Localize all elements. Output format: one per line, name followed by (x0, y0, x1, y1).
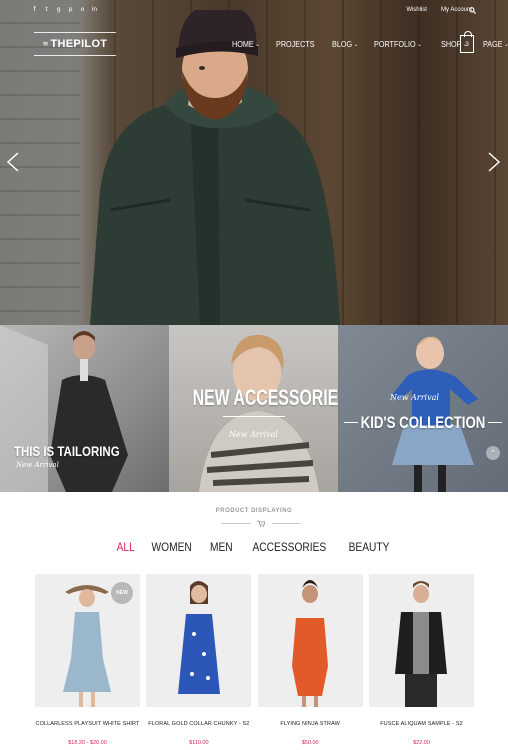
chevron-down-icon: ⌄ (353, 41, 358, 48)
product-card[interactable]: NEW COLLARLESS PLAYSUIT WHITE SHIRT $18.… (35, 574, 140, 746)
filter-men[interactable]: MEN (210, 540, 233, 554)
pinterest-icon[interactable]: p (67, 6, 74, 13)
account-links: Wishlist My Account (406, 7, 472, 13)
nav-item-portfolio[interactable]: PORTFOLIO ⌄ (374, 39, 422, 49)
product-name[interactable]: FUSCE ALIQUAM SAMPLE - S2 (369, 721, 474, 727)
product-name[interactable]: COLLARLESS PLAYSUIT WHITE SHIRT (35, 721, 140, 727)
nav-item-blog[interactable]: BLOG ⌄ (332, 39, 358, 49)
product-image[interactable] (368, 574, 474, 707)
nav-label: SHOP (440, 39, 462, 49)
nav-label: HOME (232, 39, 254, 49)
product-grid: NEW COLLARLESS PLAYSUIT WHITE SHIRT $18.… (35, 574, 474, 746)
filter-all[interactable]: ALL (117, 540, 135, 554)
product-image[interactable] (257, 574, 363, 707)
nav-label: PAGE (482, 39, 503, 49)
banner-subtitle: New Arrival (16, 461, 59, 469)
hero-slider: f t g p o in Wishlist My Account ≋ THEPI… (0, 0, 508, 325)
filter-beauty[interactable]: BEAUTY (349, 540, 390, 554)
scroll-to-top-icon[interactable]: ⌃ (486, 446, 500, 460)
product-name[interactable]: FLORAL GOLD COLLAR CHUNKY - S2 (146, 721, 251, 727)
banner-kids-image (392, 336, 478, 492)
chevron-down-icon: ⌄ (503, 41, 508, 48)
filter-accessories[interactable]: ACCESSORIES (253, 540, 327, 554)
nav-label: BLOG (331, 39, 352, 49)
divider-line (272, 523, 300, 524)
product-card[interactable]: FUSCE ALIQUAM SAMPLE - S2 $22.00 (368, 574, 474, 746)
my-account-link[interactable]: My Account (441, 7, 472, 13)
nav-item-home[interactable]: HOME ⌄ (232, 39, 260, 49)
product-photo (291, 580, 328, 707)
hero-model-image (90, 10, 340, 325)
banner-line-right (488, 422, 502, 423)
product-photo (394, 581, 447, 707)
cart-icon[interactable]: 3 (460, 31, 474, 53)
nav-label: PROJECTS (275, 39, 315, 49)
nav-item-page[interactable]: PAGE ⌄ (483, 39, 508, 49)
product-filters: ALL WOMEN MEN ACCESSORIES BEAUTY (0, 540, 508, 554)
cart-count: 3 (465, 40, 469, 48)
top-bar: f t g p o in Wishlist My Account (0, 0, 508, 22)
nav-item-projects[interactable]: PROJECTS (276, 39, 315, 49)
filter-women[interactable]: WOMEN (152, 540, 192, 554)
banner-title: THIS IS TAILORING (14, 443, 120, 459)
slider-next-arrow-icon[interactable] (486, 151, 502, 173)
product-card[interactable]: FLORAL GOLD COLLAR CHUNKY - S2 $110.00 (146, 574, 252, 746)
twitter-icon[interactable]: t (43, 6, 50, 13)
banner-divider (223, 416, 285, 417)
product-image[interactable]: NEW (35, 574, 140, 707)
product-price: $110.00 (189, 740, 209, 746)
product-price: $18.20 - $20.00 (68, 740, 107, 746)
search-icon[interactable] (469, 7, 476, 14)
banner-subtitle: New Arrival (390, 393, 439, 402)
product-card[interactable]: FLYING NINJA STRAW $50.00 (257, 574, 363, 746)
wishlist-link[interactable]: Wishlist (406, 7, 427, 13)
wing-icon: ≋ (42, 41, 49, 48)
nav-label: PORTFOLIO (373, 39, 416, 49)
product-image[interactable] (146, 574, 252, 707)
product-price: $22.00 (413, 740, 430, 746)
banner-subtitle: New Arrival (229, 430, 278, 439)
new-badge: NEW (111, 582, 133, 604)
google-plus-icon[interactable]: g (55, 6, 62, 13)
social-links: f t g p o in (31, 6, 98, 13)
facebook-icon[interactable]: f (31, 6, 38, 13)
linkedin-icon[interactable]: in (91, 6, 98, 13)
banner-kids[interactable]: New Arrival KID'S COLLECTION (338, 325, 508, 492)
product-name[interactable]: FLYING NINJA STRAW (258, 721, 363, 727)
divider-line (222, 523, 250, 524)
section-divider (222, 520, 300, 530)
product-price: $50.00 (301, 740, 319, 746)
site-logo[interactable]: ≋ THEPILOT (34, 32, 116, 56)
banner-title: KID'S COLLECTION (360, 413, 486, 432)
logo-text: THEPILOT (50, 38, 108, 50)
chevron-down-icon: ⌄ (416, 41, 422, 48)
chevron-down-icon: ⌄ (255, 41, 260, 48)
section-label: PRODUCT DISPLAYING (215, 508, 293, 514)
collection-banners: THIS IS TAILORING New Arrival NEW ACCESS… (0, 325, 508, 492)
instagram-icon[interactable]: o (79, 6, 86, 13)
banner-tailoring[interactable]: THIS IS TAILORING New Arrival (0, 325, 169, 492)
banner-accessories[interactable]: NEW ACCESSORIES New Arrival (169, 325, 338, 492)
slider-prev-arrow-icon[interactable] (5, 151, 21, 173)
cart-small-icon (257, 520, 265, 527)
banner-title: NEW ACCESSORIES (192, 385, 338, 410)
product-photo (178, 581, 221, 694)
